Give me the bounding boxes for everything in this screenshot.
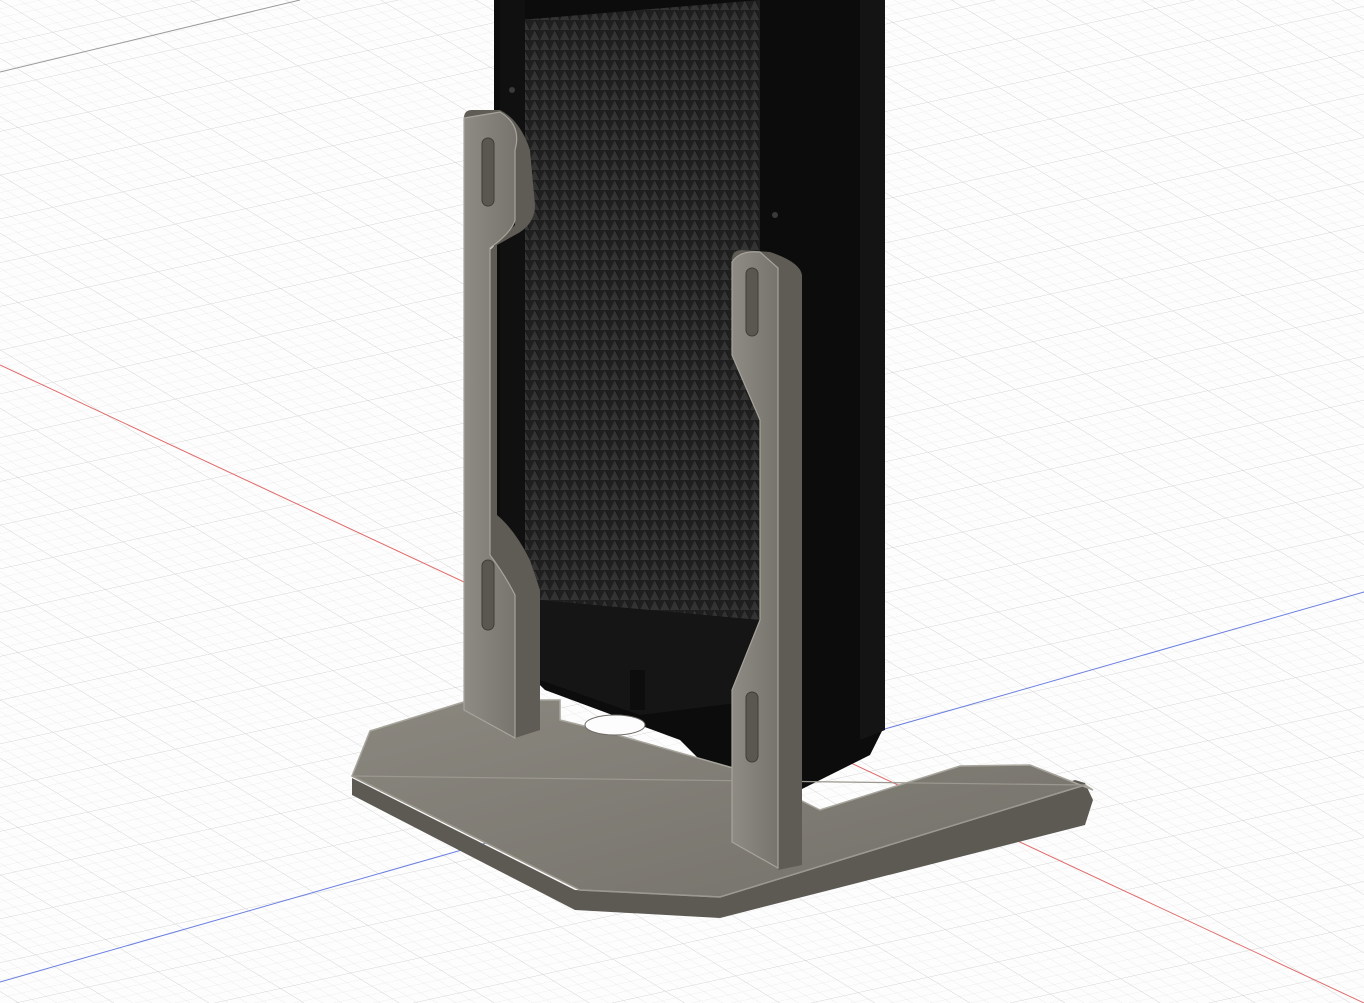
3d-viewport[interactable]	[0, 0, 1364, 1003]
radiator-body[interactable]	[494, 0, 885, 790]
model-canvas[interactable]	[0, 0, 1364, 1003]
